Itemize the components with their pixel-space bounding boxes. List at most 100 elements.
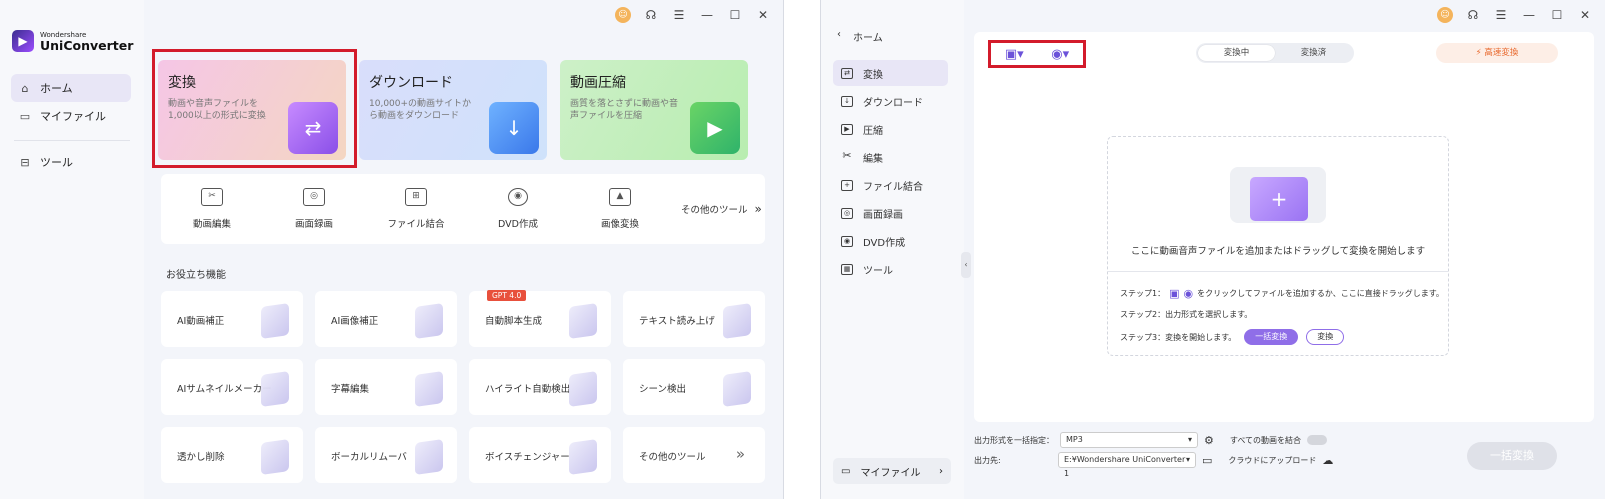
minimize-icon[interactable]: — <box>1521 7 1537 23</box>
sidebar-item-download[interactable]: ↓ ダウンロード <box>833 88 948 114</box>
card-desc: 10,000+の動画サイトから動画をダウンロード <box>369 99 472 121</box>
sidebar-item-home[interactable]: ⌂ ホーム <box>11 74 131 102</box>
sidebar-item-myfiles[interactable]: ▭ マイファイル <box>11 102 131 130</box>
back-home-button[interactable]: ‹ ホーム <box>837 29 883 44</box>
cloud-upload-label: クラウドにアップロード <box>1228 455 1317 465</box>
dvd-icon: ◉ <box>508 188 528 206</box>
tool-screen-record[interactable]: ◎ 画面録画 <box>263 174 365 244</box>
sidebar-item-screen-record[interactable]: ◎ 画面録画 <box>833 200 948 226</box>
feature-label: ボーカルリムーバ <box>331 452 407 463</box>
minimize-icon[interactable]: — <box>699 7 715 23</box>
screen-record-icon: ◎ <box>303 188 325 206</box>
tool-merge[interactable]: ⊞ ファイル結合 <box>365 174 467 244</box>
sidebar-item-label: 編集 <box>863 153 883 165</box>
feature-label: 自動脚本生成 <box>485 316 543 327</box>
tool-label: 動画編集 <box>192 219 231 230</box>
output-dest-select[interactable]: E:¥Wondershare UniConverter 1 ▾ <box>1058 452 1196 478</box>
feature-thumbnail[interactable]: AIサムネイルメーカー <box>161 359 303 415</box>
add-file-button[interactable]: ▣▾ <box>1005 47 1024 62</box>
feature-scene[interactable]: シーン検出 <box>623 359 765 415</box>
feature-tts[interactable]: テキスト読み上げ <box>623 291 765 347</box>
merge-icon: ⊞ <box>405 188 427 206</box>
step1: ステップ1： ▣ ◉ をクリックしてファイルを追加するか、ここに直接ドラッグしま… <box>1120 287 1444 300</box>
close-icon[interactable]: ✕ <box>755 7 771 23</box>
close-icon[interactable]: ✕ <box>1577 7 1593 23</box>
thumbnail-icon <box>261 371 289 407</box>
tab-converting[interactable]: 変換中 <box>1198 45 1275 61</box>
sidebar-item-tools[interactable]: ▦ ツール <box>833 256 948 282</box>
feature-label: テキスト読み上げ <box>639 316 715 327</box>
sidebar-item-merge[interactable]: + ファイル結合 <box>833 172 948 198</box>
card-download[interactable]: ダウンロード 10,000+の動画サイトから動画をダウンロード ↓ <box>359 60 547 160</box>
collapse-sidebar-button[interactable]: ‹ <box>961 252 971 278</box>
vocal-icon <box>415 439 443 475</box>
sidebar-item-label: 変換 <box>863 69 883 81</box>
sidebar-item-label: 画面録画 <box>863 209 903 221</box>
maximize-icon[interactable]: ☐ <box>727 7 743 23</box>
feature-subtitle[interactable]: 字幕編集 <box>315 359 457 415</box>
status-tabs: 変換中 変換済 <box>1196 43 1354 63</box>
sidebar-item-edit[interactable]: ✂ 編集 <box>833 144 948 170</box>
myfiles-button[interactable]: ▭ マイファイル › <box>833 458 951 484</box>
voice-changer-icon <box>569 439 597 475</box>
feature-voice-changer[interactable]: ボイスチェンジャー <box>469 427 611 483</box>
settings-icon[interactable]: ⚙ <box>1204 434 1214 447</box>
avatar-icon[interactable]: ☺ <box>1437 7 1453 23</box>
step2: ステップ2：出力形式を選択します。 <box>1120 310 1253 319</box>
menu-icon[interactable]: ☰ <box>671 7 687 23</box>
sidebar-item-label: DVD作成 <box>863 237 906 249</box>
batch-convert-button[interactable]: 一括変換 <box>1467 442 1557 470</box>
feature-ai-image[interactable]: AI画像補正 <box>315 291 457 347</box>
cloud-icon[interactable]: ☁ <box>1322 454 1333 467</box>
headset-icon[interactable]: ☊ <box>1465 7 1481 23</box>
tool-image-convert[interactable]: ▲ 画像変換 <box>569 174 671 244</box>
convert-panel: ▣▾ ◉▾ 変換中 変換済 ⚡ 高速変換 + ここに動画音声ファイルを追加または… <box>974 32 1594 422</box>
feature-more[interactable]: その他のツール » <box>623 427 765 483</box>
download-icon: ↓ <box>841 95 853 107</box>
open-folder-icon[interactable]: ▭ <box>1202 454 1212 467</box>
merge-all-toggle[interactable] <box>1307 435 1327 445</box>
feature-ai-video[interactable]: AI動画補正 <box>161 291 303 347</box>
sidebar-item-label: ツール <box>40 156 73 169</box>
tool-label: 画像変換 <box>600 219 639 230</box>
section-title: お役立ち機能 <box>166 270 226 281</box>
feature-highlight[interactable]: ハイライト自動検出 <box>469 359 611 415</box>
highlight-icon <box>569 371 597 407</box>
image-convert-icon: ▲ <box>609 188 631 206</box>
fast-convert-button[interactable]: ⚡ 高速変換 <box>1436 43 1558 63</box>
toolbox-icon: ⊟ <box>20 155 30 169</box>
tool-dvd[interactable]: ◉ DVD作成 <box>467 174 569 244</box>
headset-icon[interactable]: ☊ <box>643 7 659 23</box>
tools-more-label: その他のツール <box>681 205 748 216</box>
compress-icon: ▶ <box>690 102 740 154</box>
feature-label: AI画像補正 <box>331 316 379 327</box>
fast-convert-label: 高速変換 <box>1484 48 1519 58</box>
folder-icon: ▭ <box>19 109 31 123</box>
sidebar: ▶ Wondershare UniConverter ⌂ ホーム ▭ マイファイ… <box>0 0 144 499</box>
sidebar-item-convert[interactable]: ⇄ 変換 <box>833 60 948 86</box>
chevron-right-icon: » <box>735 445 745 463</box>
chevron-right-icon: › <box>939 465 943 477</box>
card-compress[interactable]: 動画圧縮 画質を落とさずに動画や音声ファイルを圧縮 ▶ <box>560 60 748 160</box>
add-file-icon: ▣ <box>1169 287 1180 300</box>
menu-icon[interactable]: ☰ <box>1493 7 1509 23</box>
sidebar-item-tools[interactable]: ⊟ ツール <box>11 148 131 176</box>
avatar-icon[interactable]: ☺ <box>615 7 631 23</box>
tab-converted[interactable]: 変換済 <box>1275 45 1352 61</box>
tools-more-link[interactable]: その他のツール » <box>681 202 762 216</box>
drop-zone[interactable]: + ここに動画音声ファイルを追加またはドラッグして変換を開始します ステップ1：… <box>1107 136 1449 356</box>
tool-video-edit[interactable]: ✂ 動画編集 <box>161 174 263 244</box>
maximize-icon[interactable]: ☐ <box>1549 7 1565 23</box>
feature-script[interactable]: GPT 4.0 自動脚本生成 <box>469 290 611 347</box>
merge-all-label: すべての動画を結合 <box>1229 435 1301 445</box>
add-dvd-button[interactable]: ◉▾ <box>1051 47 1069 62</box>
feature-watermark[interactable]: 透かし削除 <box>161 427 303 483</box>
sidebar-item-compress[interactable]: ▶ 圧縮 <box>833 116 948 142</box>
output-format-select[interactable]: MP3 ▾ <box>1060 432 1198 448</box>
drop-text: ここに動画音声ファイルを追加またはドラッグして変換を開始します <box>1130 246 1426 257</box>
scene-icon <box>723 371 751 407</box>
card-desc: 画質を落とさずに動画や音声ファイルを圧縮 <box>570 99 679 121</box>
feature-vocal[interactable]: ボーカルリムーバ <box>315 427 457 483</box>
sidebar-item-dvd[interactable]: ◉ DVD作成 <box>833 228 948 254</box>
output-dest-value: E:¥Wondershare UniConverter 1 <box>1064 455 1186 478</box>
